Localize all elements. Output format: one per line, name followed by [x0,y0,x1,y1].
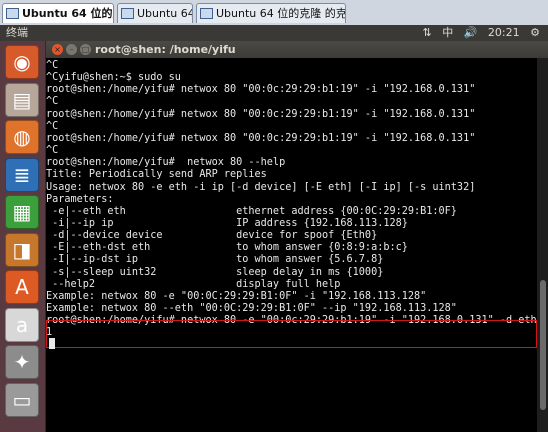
tab-label: Ubuntu 64 位的克隆 的克隆 [216,7,346,20]
terminal-line: Title: Periodically send ARP replies [46,169,267,181]
terminal-line: ^C [46,120,59,132]
terminal-line: ^Cyifu@shen:~$ sudo su [46,72,181,84]
tab-ubuntu-64[interactable]: Ubuntu 64× [117,3,193,23]
active-app-name: 终端 [6,26,28,39]
terminal-line: root@shen:/home/yifu# netwox 80 "00:0c:2… [46,108,476,120]
input-method-icon[interactable]: 中 [442,26,453,39]
close-window-icon[interactable]: × [52,44,63,55]
top-panel: 终端 ⇅ 中 🔊 20:21 ⚙ [0,25,548,41]
terminal-line: -E|--eth-dst eth to whom answer {0:8:9:a… [46,242,408,254]
terminal-title: root@shen: /home/yifu [95,43,236,56]
files-icon[interactable]: ▤ [5,82,39,117]
terminal-line: -s|--sleep uint32 sleep delay in ms {100… [46,266,384,278]
launcher: ◉ ▤ ◍ ≣ ▦ ◨ Aa ✦ ▭ [0,41,45,432]
terminal-line: -I|--ip-dst ip to whom answer {5.6.7.8} [46,254,384,266]
software-center-icon[interactable]: A [5,270,39,304]
maximize-window-icon[interactable]: □ [80,44,91,55]
terminal-line: Example: netwox 80 --eth "00:0C:29:29:B1… [46,303,457,314]
system-settings-icon[interactable]: ✦ [5,345,39,379]
terminal-line: --help2 display full help [46,278,341,290]
printer-icon[interactable]: ▭ [5,382,39,417]
terminal-line: root@shen:/home/yifu# netwox 80 "00:0c:2… [46,84,476,96]
vm-icon [6,7,19,19]
system-tray: ⇅ 中 🔊 20:21 ⚙ [416,25,541,41]
writer-icon[interactable]: ≣ [5,157,39,192]
terminal-line: Parameters: [46,193,114,205]
command-highlight-box [46,320,537,348]
vmware-tab-bar: Ubuntu 64 位的克隆 Ubuntu 64× Ubuntu 64 位的克隆… [0,0,548,26]
volume-icon[interactable]: 🔊 [464,26,478,39]
terminal-titlebar: × – □ root@shen: /home/yifu [46,41,548,58]
terminal-output[interactable]: ^C ^Cyifu@shen:~$ sudo su root@shen:/home/… [46,58,548,432]
terminal-window: × – □ root@shen: /home/yifu ^C ^Cyifu@she… [46,41,548,432]
amazon-icon[interactable]: a [5,307,39,342]
vm-icon [200,7,213,19]
terminal-line: root@shen:/home/yifu# netwox 80 --help [46,157,286,169]
clock[interactable]: 20:21 [488,26,520,39]
terminal-line: -d|--device device device for spoof {Eth… [46,230,378,242]
firefox-icon[interactable]: ◍ [5,120,39,154]
scrollbar-thumb[interactable] [540,280,546,410]
scrollbar[interactable] [537,58,548,432]
tab-ubuntu-clone[interactable]: Ubuntu 64 位的克隆 [2,3,114,23]
terminal-line: Usage: netwox 80 -e eth -i ip [-d device… [46,181,476,193]
dash-home-icon[interactable]: ◉ [5,45,39,79]
tab-label: Ubuntu 64 位的克隆 [22,7,113,20]
tab-ubuntu-clone-clone[interactable]: Ubuntu 64 位的克隆 的克隆× [196,3,346,23]
vm-icon [121,7,134,19]
terminal-line: ^C [46,145,59,157]
terminal-line: ^C [46,60,59,71]
terminal-line: root@shen:/home/yifu# netwox 80 "00:0c:2… [46,132,476,144]
terminal-line: -e|--eth eth ethernet address {00:0C:29:… [46,205,457,217]
tab-label: Ubuntu 64 [137,7,193,20]
terminal-line: Example: netwox 80 -e "00:0C:29:29:B1:0F… [46,290,427,302]
settings-gear-icon[interactable]: ⚙ [530,26,540,39]
terminal-line: ^C [46,96,59,108]
calc-icon[interactable]: ▦ [5,195,39,229]
terminal-line: -i|--ip ip IP address {192.168.113.128} [46,217,408,229]
impress-icon[interactable]: ◨ [5,232,39,267]
text-cursor [49,338,55,349]
minimize-window-icon[interactable]: – [66,44,77,55]
network-icon[interactable]: ⇅ [423,26,432,39]
